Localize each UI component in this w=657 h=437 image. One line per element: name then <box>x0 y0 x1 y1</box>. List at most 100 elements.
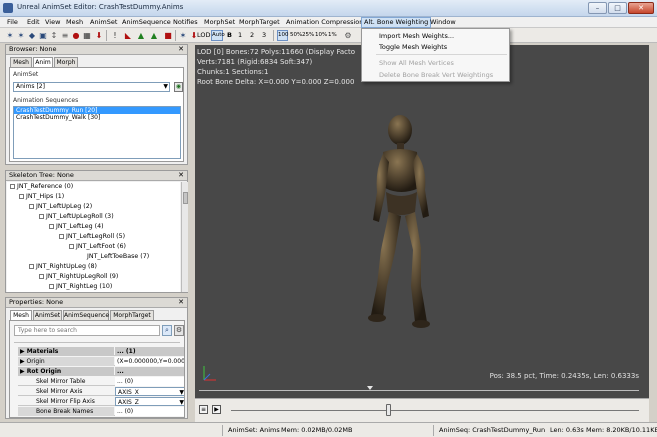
expand-icon[interactable]: ▶ <box>20 348 27 355</box>
skeleton-icon[interactable]: ✶ <box>5 30 15 41</box>
tree-toggle-icon[interactable] <box>39 213 44 219</box>
property-value[interactable]: ... <box>115 367 184 376</box>
lod-auto-button[interactable]: Auto <box>211 30 225 41</box>
menu-edit[interactable]: Edit <box>25 17 42 28</box>
tree-node[interactable]: JNT_Reference (0) <box>10 182 73 192</box>
tree-toggle-icon[interactable] <box>10 183 15 189</box>
socket-icon[interactable]: ◆ <box>27 30 37 41</box>
cone-icon[interactable]: ▲ <box>149 30 159 41</box>
tree-node[interactable]: JNT_LeftUpLeg (2) <box>29 202 92 212</box>
menu-item-toggle-mesh-weights[interactable]: Toggle Mesh Weights <box>379 42 447 52</box>
record-icon[interactable]: ● <box>71 30 81 41</box>
tree-toggle-icon[interactable] <box>19 193 24 199</box>
tree-toggle-icon[interactable] <box>39 273 44 279</box>
lod-3-button[interactable]: 3 <box>262 30 266 41</box>
property-row[interactable]: Bone Break Names ... (0) <box>18 407 184 416</box>
lod-1-button[interactable]: 1 <box>238 30 242 41</box>
stop-icon[interactable]: ■ <box>163 30 173 41</box>
tree-toggle-icon[interactable] <box>59 233 64 239</box>
animset-select[interactable]: Anims [2] ▼ <box>13 82 170 92</box>
search-icon[interactable]: ⌕ <box>162 325 172 336</box>
speed-1-button[interactable]: 1% <box>328 30 337 41</box>
tree-node[interactable]: JNT_RightUpLeg (8) <box>29 262 97 272</box>
tree-node[interactable]: JNT_LeftToeBase (7) <box>87 252 149 262</box>
property-row[interactable]: Skel Mirror Axis AXIS_X ▼ <box>18 387 184 396</box>
delete-icon[interactable]: ◣ <box>123 30 133 41</box>
list-item[interactable]: CrashTestDummy_Run [20] <box>14 107 180 114</box>
preview-viewport[interactable]: LOD [0] Bones:72 Polys:11660 (Display Fa… <box>195 45 649 398</box>
property-row[interactable]: Skel Mirror Table ... (0) <box>18 377 184 386</box>
axis-select[interactable]: AXIS_X ▼ <box>115 387 184 396</box>
lod-base-button[interactable]: B <box>227 30 232 41</box>
expand-icon[interactable]: ▶ <box>20 368 27 375</box>
property-value[interactable]: ... (0) <box>115 377 184 386</box>
property-row[interactable]: ▶ Origin (X=0.000000,Y=0.000000 <box>18 357 184 366</box>
property-value[interactable]: ... (1) <box>115 347 184 356</box>
tab-animset[interactable]: AnimSet <box>33 310 62 320</box>
property-row[interactable]: ▶ Materials ... (1) <box>18 347 184 356</box>
menu-window[interactable]: Window <box>428 17 458 28</box>
speed-50-button[interactable]: 50% <box>290 30 302 41</box>
normals-icon[interactable]: ↕ <box>49 30 59 41</box>
close-icon[interactable]: ✕ <box>178 298 184 307</box>
menu-item-import-mesh-weights[interactable]: Import Mesh Weights... <box>379 31 454 41</box>
scrub-thumb[interactable] <box>386 404 392 416</box>
animset-go-button[interactable]: ◉ <box>174 82 183 92</box>
tree-node[interactable]: JNT_Hips (1) <box>19 192 64 202</box>
play-icon[interactable]: ▶ <box>212 405 221 414</box>
menu-animation-compression[interactable]: Animation Compression <box>284 17 365 28</box>
menu-mesh[interactable]: Mesh <box>64 17 85 28</box>
menu-alt-bone-weighting[interactable]: Alt. Bone Weighting <box>361 17 432 28</box>
loop-icon[interactable]: ≡ <box>199 405 208 414</box>
menu-morphtarget[interactable]: MorphTarget <box>237 17 282 28</box>
minimize-button[interactable]: – <box>588 2 607 14</box>
bounds-icon[interactable]: ≡ <box>60 30 70 41</box>
lod-2-button[interactable]: 2 <box>250 30 254 41</box>
tree-node[interactable]: JNT_LeftFoot (6) <box>69 242 126 252</box>
wireframe-icon[interactable]: ▣ <box>38 30 48 41</box>
tab-morph[interactable]: Morph <box>54 57 78 67</box>
maximize-button[interactable]: □ <box>608 2 627 14</box>
pivot-icon[interactable]: ! <box>110 30 120 41</box>
menu-animset[interactable]: AnimSet <box>88 17 119 28</box>
flip-axis-select[interactable]: AXIS_Z ▼ <box>115 397 184 406</box>
physics-icon[interactable]: ✶ <box>178 30 188 41</box>
search-input[interactable] <box>14 325 160 336</box>
tree-toggle-icon[interactable] <box>49 223 54 229</box>
close-icon[interactable]: ✕ <box>178 171 184 180</box>
tree-node[interactable]: JNT_LeftLeg (4) <box>49 222 104 232</box>
grid-icon[interactable]: ▦ <box>82 30 92 41</box>
property-value[interactable]: (X=0.000000,Y=0.000000 <box>115 357 184 366</box>
speed-25-button[interactable]: 25% <box>302 30 314 41</box>
scrollbar-thumb[interactable] <box>183 192 188 204</box>
tree-toggle-icon[interactable] <box>49 283 54 289</box>
speed-100-button[interactable]: 100 <box>277 30 289 41</box>
skeleton-scrollbar[interactable] <box>181 182 188 292</box>
menu-notifies[interactable]: Notifies <box>171 17 200 28</box>
options-icon[interactable]: ⚙ <box>174 325 184 336</box>
tree-toggle-icon[interactable] <box>29 203 34 209</box>
tree-toggle-icon[interactable] <box>69 243 74 249</box>
property-value[interactable]: ... (0) <box>115 407 184 416</box>
tab-morphtarget[interactable]: MorphTarget <box>110 310 154 320</box>
menu-morphset[interactable]: MorphSet <box>202 17 237 28</box>
tab-mesh[interactable]: Mesh <box>10 57 32 67</box>
tree-node[interactable]: JNT_RightUpLegRoll (9) <box>39 272 118 282</box>
speed-10-button[interactable]: 10% <box>315 30 327 41</box>
close-icon[interactable]: ✕ <box>178 45 184 54</box>
triangle-icon[interactable]: ▲ <box>136 30 146 41</box>
tree-toggle-icon[interactable] <box>29 263 34 269</box>
settings-icon[interactable]: ⚙ <box>343 30 353 41</box>
property-row[interactable]: ▶ Rot Origin ... <box>18 367 184 376</box>
tree-node[interactable]: JNT_LeftLegRoll (5) <box>59 232 125 242</box>
tab-animsequence[interactable]: AnimSequence <box>63 310 109 320</box>
list-item[interactable]: CrashTestDummy_Walk [30] <box>14 114 180 121</box>
menu-animsequence[interactable]: AnimSequence <box>120 17 173 28</box>
tree-node[interactable]: JNT_LeftUpLegRoll (3) <box>39 212 114 222</box>
bone-icon[interactable]: ✶ <box>16 30 26 41</box>
tree-node[interactable]: JNT_RightLeg (10) <box>49 282 112 292</box>
import-icon[interactable]: ⬇ <box>94 30 104 41</box>
property-row[interactable]: Skel Mirror Flip Axis AXIS_Z ▼ <box>18 397 184 406</box>
close-button[interactable]: ✕ <box>628 2 654 14</box>
scrub-track[interactable] <box>231 410 639 411</box>
